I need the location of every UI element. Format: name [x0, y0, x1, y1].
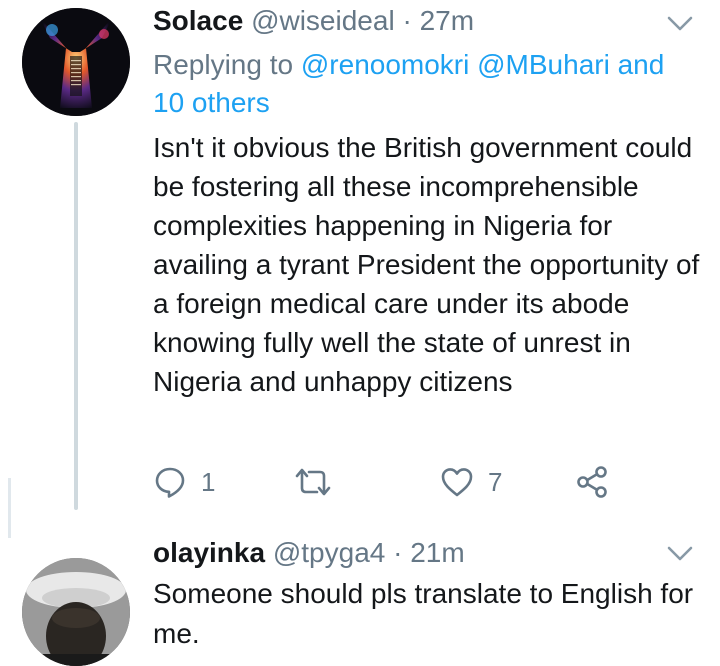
reply-bubble-icon — [155, 467, 185, 498]
retweet-button[interactable] — [293, 462, 333, 502]
heart-icon — [441, 468, 473, 497]
display-name[interactable]: Solace — [153, 5, 243, 36]
tweet-action-bar: 1 7 — [153, 462, 623, 502]
retweet-arrows-icon — [295, 468, 331, 496]
avatar-artwork — [22, 8, 130, 116]
avatar-olayinka[interactable] — [22, 558, 130, 666]
tweet-olayinka[interactable]: olayinka @tpyga4 · 21m Someone should pl… — [0, 520, 720, 666]
tweet-body-text: Isn't it obvious the British government … — [153, 132, 700, 397]
replying-to-label: Replying to — [153, 49, 301, 80]
reply-count: 1 — [201, 466, 216, 497]
replying-to-line: Replying to @renoomokri @MBuhari and 10 … — [153, 46, 698, 122]
tweet-solace[interactable]: Solace @wiseideal · 27m Replying to @ren… — [0, 0, 720, 520]
user-handle[interactable]: @wiseideal — [251, 5, 395, 36]
chevron-down-icon[interactable] — [666, 544, 694, 564]
user-handle[interactable]: @tpyga4 — [273, 537, 386, 568]
share-button[interactable] — [575, 462, 609, 502]
tweet-header: Solace @wiseideal · 27m — [153, 4, 474, 38]
reply-button[interactable]: 1 — [153, 462, 215, 502]
tweet-timestamp[interactable]: 21m — [410, 537, 464, 568]
share-nodes-icon — [577, 466, 607, 498]
thread-connector-line — [74, 122, 78, 510]
header-separator: · — [394, 5, 420, 36]
like-count: 7 — [488, 466, 503, 497]
chevron-down-icon[interactable] — [666, 14, 694, 34]
display-name[interactable]: olayinka — [153, 537, 265, 568]
tweet-header: olayinka @tpyga4 · 21m — [153, 536, 465, 570]
like-button[interactable]: 7 — [440, 462, 502, 502]
tweet-timestamp[interactable]: 27m — [420, 5, 474, 36]
header-separator: · — [385, 537, 411, 568]
avatar-photo — [22, 558, 130, 666]
avatar-solace[interactable] — [22, 8, 130, 116]
tweet-body-text: Someone should pls translate to English … — [153, 578, 694, 649]
